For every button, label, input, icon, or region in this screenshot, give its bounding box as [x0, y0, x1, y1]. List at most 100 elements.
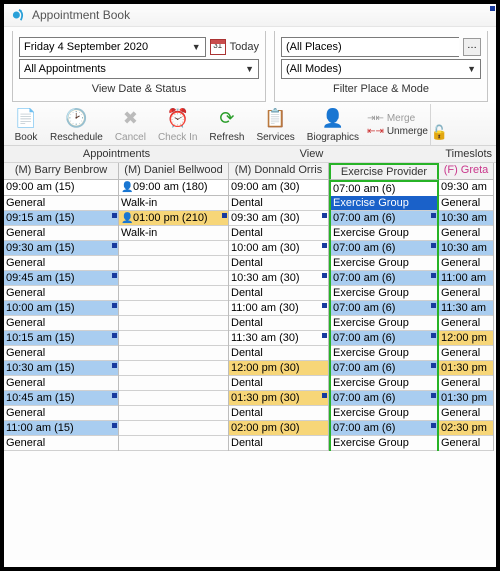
time-cell[interactable]: 10:00 am (30) — [229, 241, 328, 256]
time-cell[interactable] — [119, 331, 228, 346]
biographics-button[interactable]: 👤 Biographics — [301, 104, 365, 145]
category-cell[interactable] — [119, 436, 228, 451]
category-cell[interactable]: General — [4, 436, 118, 451]
category-cell[interactable]: Dental — [229, 316, 328, 331]
category-cell[interactable]: General — [439, 226, 493, 241]
category-cell[interactable]: General — [439, 256, 493, 271]
time-cell[interactable]: 07:00 am (6) — [331, 391, 437, 406]
reschedule-button[interactable]: 🕑 Reschedule — [44, 104, 109, 145]
unmerge-button[interactable]: ⇤⇥ Unmerge — [367, 126, 428, 137]
category-cell[interactable]: General — [4, 376, 118, 391]
provider-header-selected[interactable]: Exercise Provider — [329, 163, 439, 180]
category-cell[interactable]: Dental — [229, 226, 328, 241]
time-cell[interactable]: 10:30 am (15) — [4, 361, 118, 376]
category-cell[interactable]: Dental — [229, 346, 328, 361]
category-cell[interactable]: Exercise Group — [331, 226, 437, 241]
time-header[interactable]: 09:00 am (30) — [229, 180, 329, 196]
time-cell[interactable]: 10:00 am (15) — [4, 301, 118, 316]
time-cell[interactable]: 12:00 pm — [439, 331, 493, 346]
category-cell[interactable]: Dental — [229, 406, 328, 421]
time-cell[interactable]: 10:15 am (15) — [4, 331, 118, 346]
time-cell[interactable]: 01:30 pm (30) — [229, 391, 328, 406]
category-cell[interactable]: General — [4, 406, 118, 421]
time-cell[interactable] — [119, 271, 228, 286]
category-cell[interactable]: Dental — [229, 376, 328, 391]
time-cell[interactable]: 01:30 pm — [439, 391, 493, 406]
category-cell[interactable] — [119, 286, 228, 301]
category-cell[interactable] — [119, 316, 228, 331]
time-cell[interactable] — [119, 391, 228, 406]
time-cell[interactable]: 👤01:00 pm (210) — [119, 211, 228, 226]
category-cell[interactable] — [119, 256, 228, 271]
time-header[interactable]: 09:30 am — [439, 180, 494, 196]
time-cell[interactable]: 11:30 am (30) — [229, 331, 328, 346]
category-cell[interactable] — [119, 376, 228, 391]
refresh-button[interactable]: ⟳ Refresh — [203, 104, 250, 145]
category-cell[interactable]: General — [439, 406, 493, 421]
time-header[interactable]: 07:00 am (6) — [329, 180, 439, 196]
book-button[interactable]: 📄 Book — [8, 104, 44, 145]
category-cell[interactable]: General — [439, 436, 493, 451]
today-button[interactable]: 31 Today — [210, 39, 259, 55]
category-cell[interactable]: Walk-in — [119, 226, 228, 241]
category-cell[interactable]: Dental — [229, 256, 328, 271]
category-cell[interactable]: General — [4, 286, 118, 301]
category-cell[interactable]: General — [4, 226, 118, 241]
time-cell[interactable]: 09:45 am (15) — [4, 271, 118, 286]
provider-header[interactable]: (M) Donnald Orris — [229, 163, 329, 180]
category-cell[interactable] — [119, 346, 228, 361]
category-cell[interactable]: General — [439, 346, 493, 361]
category-cell[interactable]: General — [439, 196, 493, 211]
time-cell[interactable]: 10:30 am — [439, 211, 493, 226]
category-cell[interactable]: General — [4, 316, 118, 331]
category-cell[interactable]: General — [439, 286, 493, 301]
time-cell[interactable]: 07:00 am (6) — [331, 211, 437, 226]
time-cell[interactable] — [119, 421, 228, 436]
category-cell[interactable]: Exercise Group — [331, 286, 437, 301]
time-cell[interactable]: 09:30 am (30) — [229, 211, 328, 226]
time-cell[interactable] — [119, 361, 228, 376]
time-cell[interactable]: 07:00 am (6) — [331, 421, 437, 436]
date-picker[interactable]: Friday 4 September 2020 ▼ — [19, 37, 206, 57]
category-cell[interactable]: General — [4, 346, 118, 361]
category-cell[interactable]: Dental — [229, 286, 328, 301]
time-cell[interactable]: 02:00 pm (30) — [229, 421, 328, 436]
category-cell[interactable]: Exercise Group — [331, 346, 437, 361]
time-cell[interactable]: 11:30 am — [439, 301, 493, 316]
category-cell[interactable]: Exercise Group — [331, 316, 437, 331]
provider-header[interactable]: (M) Barry Benbrow — [4, 163, 119, 180]
category-cell[interactable]: General — [439, 376, 493, 391]
modes-filter[interactable]: (All Modes) ▼ — [281, 59, 481, 79]
places-browse-button[interactable]: … — [463, 38, 481, 56]
time-header[interactable]: 09:00 am (15) — [4, 180, 119, 196]
time-cell[interactable]: 02:30 pm — [439, 421, 493, 436]
category-cell[interactable]: Exercise Group — [331, 196, 437, 211]
time-cell[interactable]: 07:00 am (6) — [331, 271, 437, 286]
time-cell[interactable]: 10:45 am (15) — [4, 391, 118, 406]
services-button[interactable]: 📋 Services — [250, 104, 300, 145]
time-cell[interactable] — [119, 241, 228, 256]
time-cell[interactable]: 11:00 am (15) — [4, 421, 118, 436]
category-cell[interactable]: General — [4, 256, 118, 271]
time-cell[interactable]: 01:30 pm — [439, 361, 493, 376]
category-cell[interactable]: General — [4, 196, 118, 211]
time-header[interactable]: 👤09:00 am (180) — [119, 180, 229, 196]
time-cell[interactable]: 11:00 am (30) — [229, 301, 328, 316]
category-cell[interactable]: Dental — [229, 196, 328, 211]
time-cell[interactable]: 12:00 pm (30) — [229, 361, 328, 376]
appointments-filter[interactable]: All Appointments ▼ — [19, 59, 259, 79]
time-cell[interactable]: 09:30 am (15) — [4, 241, 118, 256]
category-cell[interactable]: Exercise Group — [331, 256, 437, 271]
places-filter[interactable]: (All Places) — [281, 37, 459, 57]
time-cell[interactable]: 07:00 am (6) — [331, 361, 437, 376]
category-cell[interactable]: Exercise Group — [331, 376, 437, 391]
category-cell[interactable]: Walk-in — [119, 196, 228, 211]
time-cell[interactable]: 09:15 am (15) — [4, 211, 118, 226]
time-cell[interactable]: 10:30 am — [439, 241, 493, 256]
time-cell[interactable] — [119, 301, 228, 316]
time-cell[interactable]: 11:00 am — [439, 271, 493, 286]
category-cell[interactable]: Exercise Group — [331, 436, 437, 451]
time-cell[interactable]: 07:00 am (6) — [331, 301, 437, 316]
category-cell[interactable] — [119, 406, 228, 421]
time-cell[interactable]: 07:00 am (6) — [331, 241, 437, 256]
